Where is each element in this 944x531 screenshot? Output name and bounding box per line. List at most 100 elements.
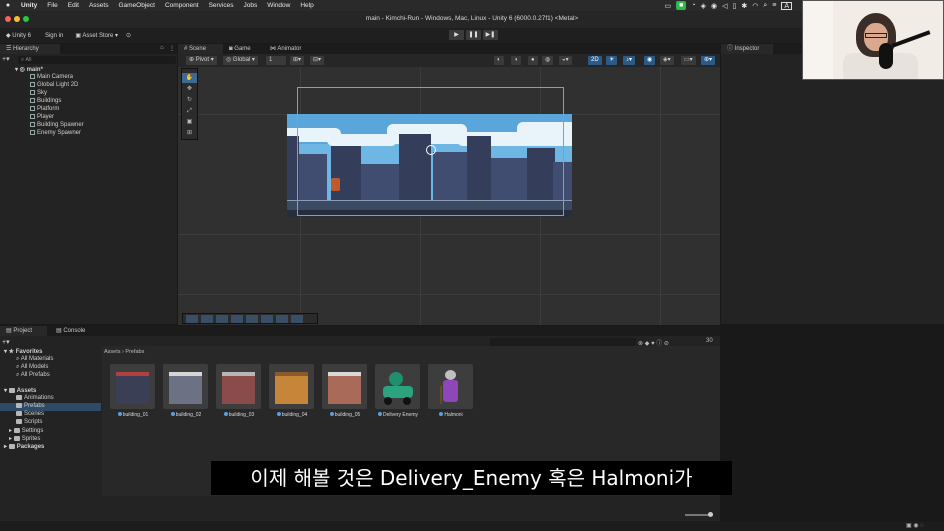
folder-settings[interactable]: ▸ Settings	[9, 427, 43, 434]
overlay-tool-icon[interactable]	[291, 315, 303, 323]
more-icon[interactable]: ⋮	[169, 45, 175, 52]
step-icon[interactable]: ▶❚	[483, 30, 498, 40]
folder-sprites[interactable]: ▸ Sprites	[9, 435, 40, 442]
overlay-tool-icon[interactable]	[261, 315, 273, 323]
menu-window[interactable]: Window	[262, 2, 295, 9]
grid-size-field[interactable]: 1	[266, 56, 286, 65]
apple-icon[interactable]: ●	[0, 2, 16, 9]
scene-root[interactable]: ▾ ◎ main*	[15, 66, 43, 73]
input-source-icon[interactable]: A	[781, 1, 792, 10]
packages-folder[interactable]: ▸ Packages	[4, 443, 44, 450]
folder-scripts[interactable]: Scripts	[16, 419, 42, 425]
add-button[interactable]: +▾	[2, 55, 10, 63]
asset-building-02[interactable]: building_02	[163, 364, 209, 418]
hand-tool-icon[interactable]: ✋	[182, 73, 197, 83]
project-add-button[interactable]: +▾	[2, 338, 10, 346]
hierarchy-item-main-camera[interactable]: Main Camera	[30, 74, 73, 80]
shaded-icon[interactable]: ◒▾	[559, 56, 572, 65]
favorite-all-prefabs[interactable]: ⌕ All Prefabs	[16, 372, 50, 379]
transform-tool-icon[interactable]: ⊞	[182, 128, 197, 138]
hierarchy-item-building-spawner[interactable]: Building Spawner	[30, 122, 84, 128]
lock-icon[interactable]: ⌂	[160, 45, 164, 51]
favorite-all-materials[interactable]: ⌕ All Materials	[16, 356, 53, 363]
cloud-icon[interactable]: ⊙	[126, 32, 131, 39]
status-icons[interactable]: ▣ ◉ ◌	[906, 522, 924, 529]
menu-edit[interactable]: Edit	[63, 2, 84, 9]
video-record-icon[interactable]: ■	[676, 1, 687, 10]
bluetooth-icon[interactable]: ✱	[741, 2, 747, 10]
tab-hierarchy[interactable]: ☰ Hierarchy	[0, 44, 60, 54]
menu-file[interactable]: File	[42, 2, 62, 9]
overlay-tool-icon[interactable]	[276, 315, 288, 323]
tab-scene[interactable]: # Scene	[178, 44, 223, 54]
control-center-icon[interactable]: ≡	[772, 2, 776, 9]
scale-tool-icon[interactable]: ⤢	[182, 106, 197, 116]
screen-icon[interactable]: ▭	[664, 2, 671, 10]
rect-tool-icon[interactable]: ▣	[182, 117, 197, 127]
hierarchy-item-sky[interactable]: Sky	[30, 90, 47, 96]
tab-project[interactable]: ▤ Project	[0, 326, 47, 336]
gauge-icon[interactable]: ◔	[691, 2, 695, 9]
shading-icon[interactable]: ◐	[494, 56, 504, 65]
folder-animations[interactable]: Animations	[16, 395, 54, 401]
asset-building-04[interactable]: building_04	[269, 364, 315, 418]
favorites-group[interactable]: ▾ ★ Favorites	[4, 348, 42, 355]
gizmos-icon[interactable]: ⊛▾	[701, 56, 716, 65]
overlay-tool-icon[interactable]	[216, 315, 228, 323]
hierarchy-search-input[interactable]: ⌕ All	[18, 56, 176, 64]
light-toggle-icon[interactable]: ☀	[606, 56, 618, 65]
asset-building-05[interactable]: building_05	[322, 364, 368, 418]
play-icon[interactable]: ▶	[449, 30, 464, 40]
menu-services[interactable]: Services	[204, 2, 239, 9]
menu-help[interactable]: Help	[295, 2, 318, 9]
overlay-tool-icon[interactable]	[201, 315, 213, 323]
tab-inspector[interactable]: ⓘ Inspector	[721, 44, 773, 54]
global-dropdown[interactable]: ◎ Global ▾	[223, 56, 258, 65]
search-icon[interactable]: ⌕	[763, 2, 767, 10]
rotate-tool-icon[interactable]: ↻	[182, 95, 197, 105]
project-search-input[interactable]	[490, 338, 636, 346]
hierarchy-item-enemy-spawner[interactable]: Enemy Spawner	[30, 130, 81, 136]
overlay-tool-icon[interactable]	[186, 315, 198, 323]
sound-icon[interactable]: ◁	[722, 2, 727, 10]
visibility-icon[interactable]: ◉	[644, 56, 656, 65]
breadcrumb-prefabs[interactable]: Prefabs	[125, 349, 144, 355]
hierarchy-item-player[interactable]: Player	[30, 114, 54, 120]
move-tool-icon[interactable]: ✥	[182, 84, 197, 94]
menu-jobs[interactable]: Jobs	[239, 2, 263, 9]
g-icon[interactable]: ◉	[711, 2, 717, 10]
tab-console[interactable]: ▤ Console	[50, 326, 91, 336]
menu-component[interactable]: Component	[160, 2, 204, 9]
audio-toggle-icon[interactable]: ♪▾	[623, 56, 636, 65]
menu-gameobject[interactable]: GameObject	[113, 2, 160, 9]
hierarchy-item-platform[interactable]: Platform	[30, 106, 59, 112]
battery-icon[interactable]: ▯	[732, 2, 736, 10]
snap-increment-icon[interactable]: ⊟▾	[310, 56, 325, 65]
asset-building-01[interactable]: building_01	[110, 364, 156, 418]
player-sprite[interactable]	[331, 178, 340, 191]
shield-icon[interactable]: ◈	[701, 2, 706, 10]
grid-snap-icon[interactable]: ⊞▾	[290, 56, 305, 65]
account-button[interactable]: ◆ Unity 6	[6, 32, 31, 39]
signin-button[interactable]: Sign in	[45, 33, 63, 39]
folder-prefabs[interactable]: Prefabs	[0, 403, 101, 411]
folder-scenes[interactable]: Scenes	[16, 411, 44, 417]
hierarchy-item-global-light[interactable]: Global Light 2D	[30, 82, 78, 88]
slider-handle[interactable]	[708, 512, 713, 517]
assets-folder[interactable]: ▾ Assets	[4, 387, 36, 394]
lighting-icon[interactable]: ◍	[542, 56, 554, 65]
thumbnail-size-slider[interactable]	[685, 512, 713, 517]
wifi-icon[interactable]: ◠	[752, 2, 758, 10]
pause-icon[interactable]: ❚❚	[466, 30, 481, 40]
hierarchy-item-buildings[interactable]: Buildings	[30, 98, 61, 104]
menu-assets[interactable]: Assets	[84, 2, 114, 9]
breadcrumb-assets[interactable]: Assets	[104, 349, 121, 355]
sphere-icon[interactable]: ●	[528, 56, 538, 65]
camera-icon[interactable]: ▭▾	[681, 56, 696, 65]
asset-halmoni[interactable]: Halmoni	[428, 364, 474, 418]
asset-store-button[interactable]: ▣ Asset Store ▾	[75, 32, 118, 39]
menu-app[interactable]: Unity	[16, 2, 42, 9]
asset-delivery-enemy[interactable]: Delivery Enemy	[375, 364, 421, 418]
mode-2d-toggle[interactable]: 2D	[588, 56, 602, 65]
asset-building-03[interactable]: building_03	[216, 364, 262, 418]
